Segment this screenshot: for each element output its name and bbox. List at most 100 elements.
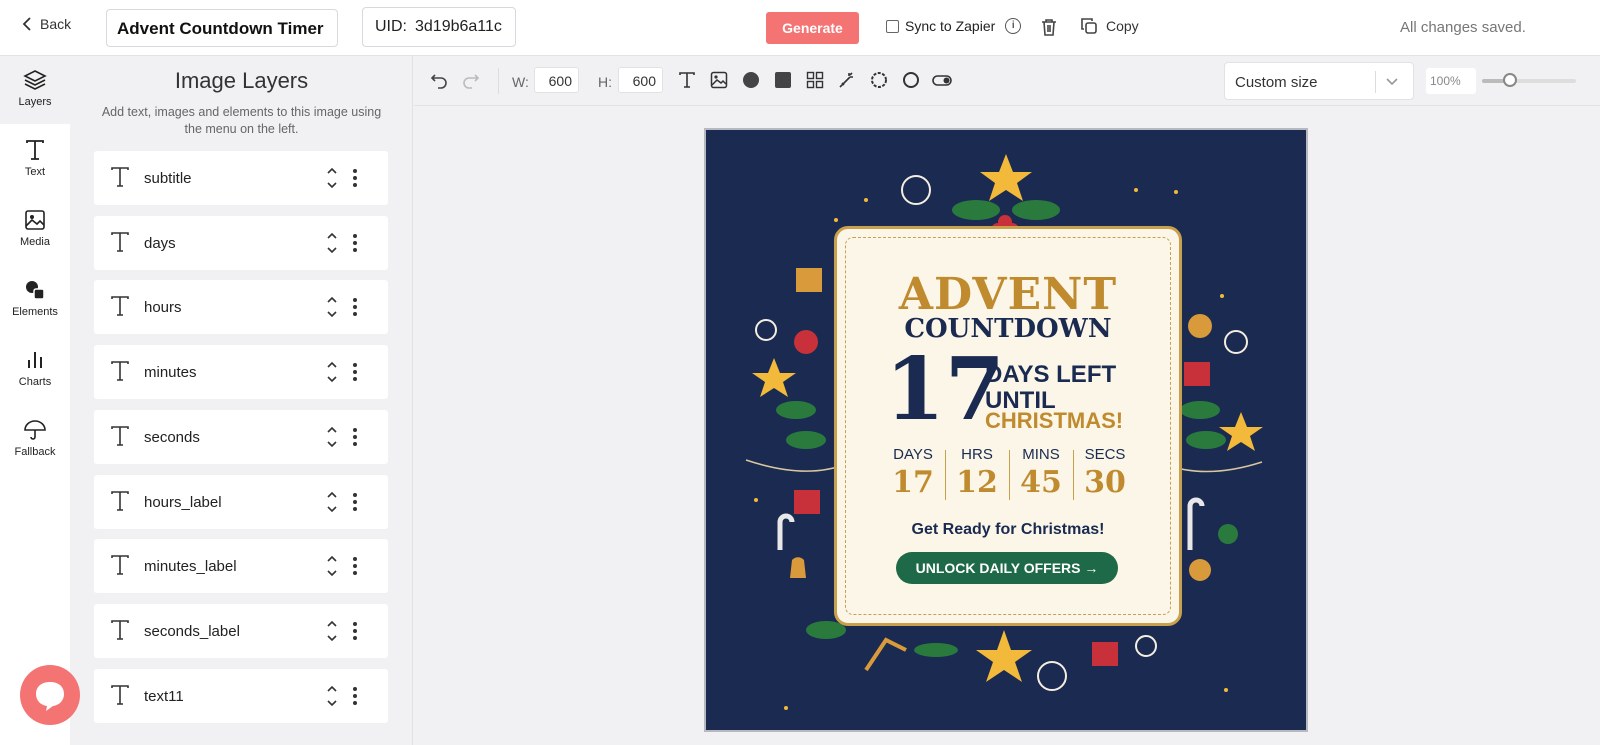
magic-wand-tool[interactable] [838, 71, 856, 94]
more-options-icon[interactable] [352, 686, 358, 706]
layer-row[interactable]: text11 [94, 668, 388, 723]
rail-item-fallback[interactable]: Fallback [0, 406, 70, 474]
chevron-down-icon [1386, 78, 1398, 86]
redo-icon [463, 74, 480, 89]
filled-square-icon [775, 72, 791, 88]
add-timer-tool[interactable] [870, 71, 888, 94]
layer-name: text11 [144, 687, 184, 705]
rail-item-charts[interactable]: Charts [0, 336, 70, 404]
rail-label: Elements [12, 306, 58, 318]
sync-checkbox[interactable] [886, 19, 899, 33]
layer-row[interactable]: minutes_label [94, 539, 388, 594]
panel-hint: Add text, images and elements to this im… [101, 105, 382, 136]
rail-item-media[interactable]: Media [0, 196, 70, 264]
more-options-icon[interactable] [352, 621, 358, 641]
redo-button[interactable] [462, 71, 480, 94]
image-tool-icon [710, 71, 728, 89]
add-image-tool[interactable] [710, 71, 728, 94]
rail-item-layers[interactable]: Layers [0, 56, 70, 124]
reorder-arrows-icon[interactable] [326, 424, 338, 450]
ring-icon [903, 72, 919, 88]
text-layer-icon [111, 425, 129, 446]
layer-row[interactable]: hours_label [94, 474, 388, 529]
more-options-icon[interactable] [352, 427, 358, 447]
dashed-ring-icon [871, 72, 887, 88]
info-icon[interactable]: i [1005, 18, 1022, 34]
layer-row[interactable]: days [94, 215, 388, 270]
left-rail: Layers Text Media Elements Charts Fallba… [0, 56, 70, 745]
canvas-toolbar: W: 600 H: 600 Custom size 100% [414, 56, 1600, 106]
design-canvas[interactable]: ADVENT COUNTDOWN 17 DAYS LEFT UNTIL CHRI… [704, 128, 1308, 732]
zoom-level[interactable]: 100% [1426, 68, 1476, 94]
canvas-area: ADVENT COUNTDOWN 17 DAYS LEFT UNTIL CHRI… [414, 107, 1600, 745]
rail-item-text[interactable]: Text [0, 126, 70, 194]
reorder-arrows-icon[interactable] [326, 359, 338, 385]
add-ring-tool[interactable] [902, 71, 920, 94]
layer-row[interactable]: seconds [94, 409, 388, 464]
uid-field[interactable]: UID: 3d19b6a11c [362, 7, 516, 47]
shapes-icon [26, 281, 45, 300]
undo-button[interactable] [430, 71, 448, 94]
cell-value: 45 [1020, 465, 1062, 500]
copy-button[interactable]: Copy [1080, 17, 1139, 35]
copy-label: Copy [1106, 18, 1139, 34]
reorder-arrows-icon[interactable] [326, 489, 338, 515]
height-label: H: [598, 74, 612, 90]
zoom-slider[interactable] [1482, 73, 1576, 87]
save-status: All changes saved. [1400, 19, 1526, 36]
christmas-line: CHRISTMAS! [985, 408, 1124, 433]
cell-divider [1009, 450, 1010, 500]
add-rectangle-tool[interactable] [774, 71, 792, 94]
more-options-icon[interactable] [352, 168, 358, 188]
layer-row[interactable]: subtitle [94, 151, 388, 205]
sync-zapier-toggle[interactable]: Sync to Zapier i [886, 18, 1022, 34]
unlock-offers-button[interactable]: UNLOCK DAILY OFFERS → [896, 552, 1118, 584]
rail-item-elements[interactable]: Elements [0, 266, 70, 334]
add-circle-tool[interactable] [742, 71, 760, 94]
reorder-arrows-icon[interactable] [326, 294, 338, 320]
height-input[interactable]: 600 [618, 67, 663, 93]
text-layer-icon [111, 555, 129, 575]
countdown-card[interactable]: ADVENT COUNTDOWN 17 DAYS LEFT UNTIL CHRI… [834, 226, 1182, 626]
layer-row[interactable]: seconds_label [94, 603, 388, 658]
add-toggle-tool[interactable] [932, 71, 952, 94]
layer-name: days [144, 234, 176, 252]
timer-title-input[interactable]: Advent Countdown Timer [106, 9, 338, 47]
more-options-icon[interactable] [352, 233, 358, 253]
more-options-icon[interactable] [352, 297, 358, 317]
text-layer-icon [111, 620, 129, 640]
rail-label: Layers [18, 96, 52, 108]
layer-row[interactable]: hours [94, 280, 388, 335]
text-layer-icon [111, 684, 129, 705]
text-tool-icon [679, 72, 695, 88]
zoom-slider-handle[interactable] [1503, 73, 1518, 87]
reorder-arrows-icon[interactable] [326, 618, 338, 644]
add-text-tool[interactable] [678, 71, 696, 94]
generate-button[interactable]: Generate [766, 12, 859, 44]
reorder-arrows-icon[interactable] [326, 553, 338, 579]
layer-row[interactable]: minutes [94, 345, 388, 400]
more-options-icon[interactable] [352, 492, 358, 512]
back-label: Back [40, 16, 72, 32]
width-input[interactable]: 600 [534, 67, 579, 93]
sync-label: Sync to Zapier [905, 18, 996, 34]
days-left-line: DAYS LEFT [985, 361, 1117, 388]
size-preset-value: Custom size [1235, 74, 1318, 91]
layer-name: hours_label [144, 493, 222, 511]
more-options-icon[interactable] [352, 556, 358, 576]
reorder-arrows-icon[interactable] [326, 683, 338, 709]
chevron-left-icon [22, 17, 31, 31]
toggle-icon [932, 75, 952, 86]
delete-button[interactable] [1040, 17, 1058, 42]
reorder-arrows-icon[interactable] [326, 165, 338, 191]
back-button[interactable]: Back [22, 16, 71, 32]
cell-label: DAYS [893, 446, 933, 463]
size-preset-select[interactable]: Custom size [1224, 62, 1414, 100]
chat-widget-button[interactable] [20, 665, 80, 725]
chat-bubble-icon [36, 682, 64, 711]
add-grid-tool[interactable] [806, 71, 824, 94]
cell-label: MINS [1022, 446, 1060, 463]
reorder-arrows-icon[interactable] [326, 230, 338, 256]
more-options-icon[interactable] [352, 362, 358, 382]
filled-circle-icon [743, 72, 759, 88]
